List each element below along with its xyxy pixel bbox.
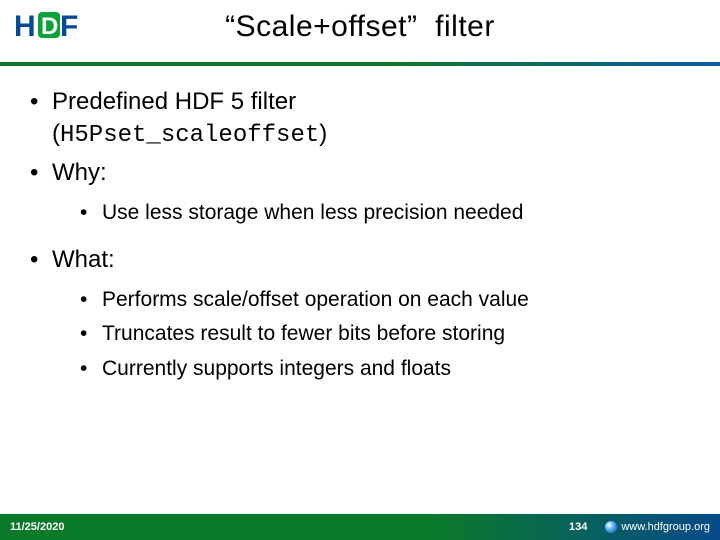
hdf-logo-icon: H D F [14,6,80,51]
code-fn: H5Pset_scaleoffset [60,122,319,149]
footer-org-text: www.hdfgroup.org [621,521,710,533]
svg-text:D: D [41,13,58,40]
footer-date: 11/25/2020 [10,521,64,533]
globe-icon [605,521,617,533]
slide-title: “Scale+offset” filter [0,0,720,44]
header: H D F “Scale+offset” filter [0,0,720,56]
footer-page-number: 134 [569,521,587,533]
bullet-what-text: What: [52,246,115,273]
slide: H D F “Scale+offset” filter Predefined H… [0,0,720,540]
bullet-why-text: Why: [52,159,107,186]
what-sub-1: Performs scale/offset operation on each … [78,286,694,314]
code-paren-open: ( [52,120,60,147]
svg-text:H: H [14,10,36,43]
svg-text:F: F [60,10,78,43]
what-sub-2: Truncates result to fewer bits before st… [78,320,694,348]
why-sublist: Use less storage when less precision nee… [78,199,694,227]
code-paren-close: ) [319,120,327,147]
what-sublist: Performs scale/offset operation on each … [78,286,694,383]
bullet-list: Predefined HDF 5 filter (H5Pset_scaleoff… [26,86,694,383]
footer: 11/25/2020 134 www.hdfgroup.org [0,514,720,540]
footer-org: www.hdfgroup.org [605,521,710,533]
bullet-why: Why: Use less storage when less precisio… [26,157,694,228]
why-sub-1: Use less storage when less precision nee… [78,199,694,227]
bullet-what: What: Performs scale/offset operation on… [26,244,694,383]
what-sub-3: Currently supports integers and floats [78,355,694,383]
bullet-predefined: Predefined HDF 5 filter (H5Pset_scaleoff… [26,86,694,153]
bullet-predefined-text: Predefined HDF 5 filter [52,88,296,115]
content-area: Predefined HDF 5 filter (H5Pset_scaleoff… [0,66,720,514]
